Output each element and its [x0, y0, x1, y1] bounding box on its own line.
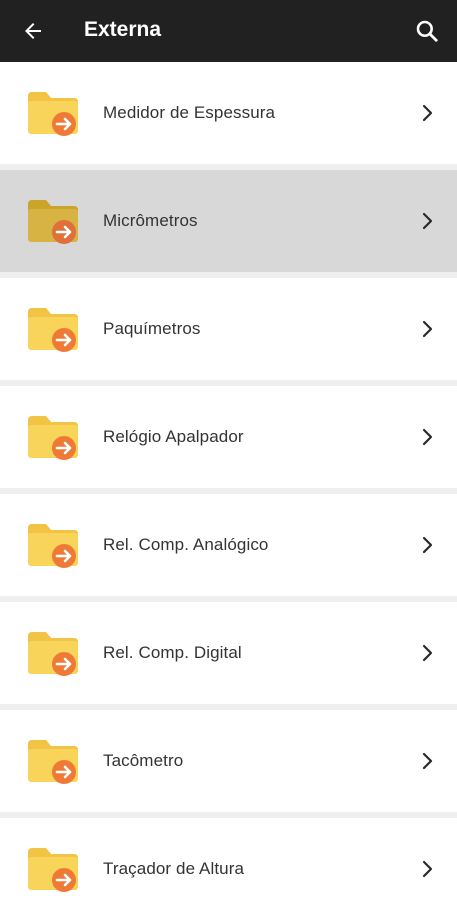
list-item[interactable]: Relógio Apalpador: [0, 386, 457, 488]
list-item[interactable]: Paquímetros: [0, 278, 457, 380]
search-button[interactable]: [411, 15, 443, 47]
list-item-label: Rel. Comp. Digital: [103, 643, 242, 662]
list-item[interactable]: Traçador de Altura: [0, 818, 457, 920]
list-item[interactable]: Micrômetros: [0, 170, 457, 272]
chevron-right-icon: [422, 644, 433, 662]
list-item[interactable]: Rel. Comp. Digital: [0, 602, 457, 704]
list-item-label: Tacômetro: [103, 751, 184, 770]
chevron-right-icon: [422, 428, 433, 446]
folder-arrow-icon: [28, 848, 78, 892]
arrow-back-icon: [25, 23, 41, 39]
folder-arrow-icon: [28, 416, 78, 460]
chevron-right-icon: [422, 212, 433, 230]
chevron-right-icon: [422, 860, 433, 878]
list-item-label: Relógio Apalpador: [103, 427, 244, 446]
folder-arrow-icon: [28, 632, 78, 676]
list-item-label: Traçador de Altura: [103, 859, 245, 878]
list-item[interactable]: Rel. Comp. Analógico: [0, 494, 457, 596]
page-title: Externa: [84, 18, 162, 41]
folder-arrow-icon: [28, 524, 78, 568]
folder-arrow-icon: [28, 200, 78, 244]
search-icon: [416, 20, 438, 42]
folder-arrow-icon: [28, 740, 78, 784]
list-item-label: Micrômetros: [103, 211, 198, 230]
folder-arrow-icon: [28, 92, 78, 136]
folder-arrow-icon: [28, 308, 78, 352]
list-item-label: Rel. Comp. Analógico: [103, 535, 269, 554]
chevron-right-icon: [422, 104, 433, 122]
list-item[interactable]: Medidor de Espessura: [0, 62, 457, 164]
list-item[interactable]: Tacômetro: [0, 710, 457, 812]
chevron-right-icon: [422, 752, 433, 770]
list-item-label: Paquímetros: [103, 319, 201, 338]
back-button[interactable]: [18, 16, 48, 46]
chevron-right-icon: [422, 320, 433, 338]
list-item-label: Medidor de Espessura: [103, 103, 276, 122]
chevron-right-icon: [422, 536, 433, 554]
app-bar: Externa: [0, 0, 457, 62]
